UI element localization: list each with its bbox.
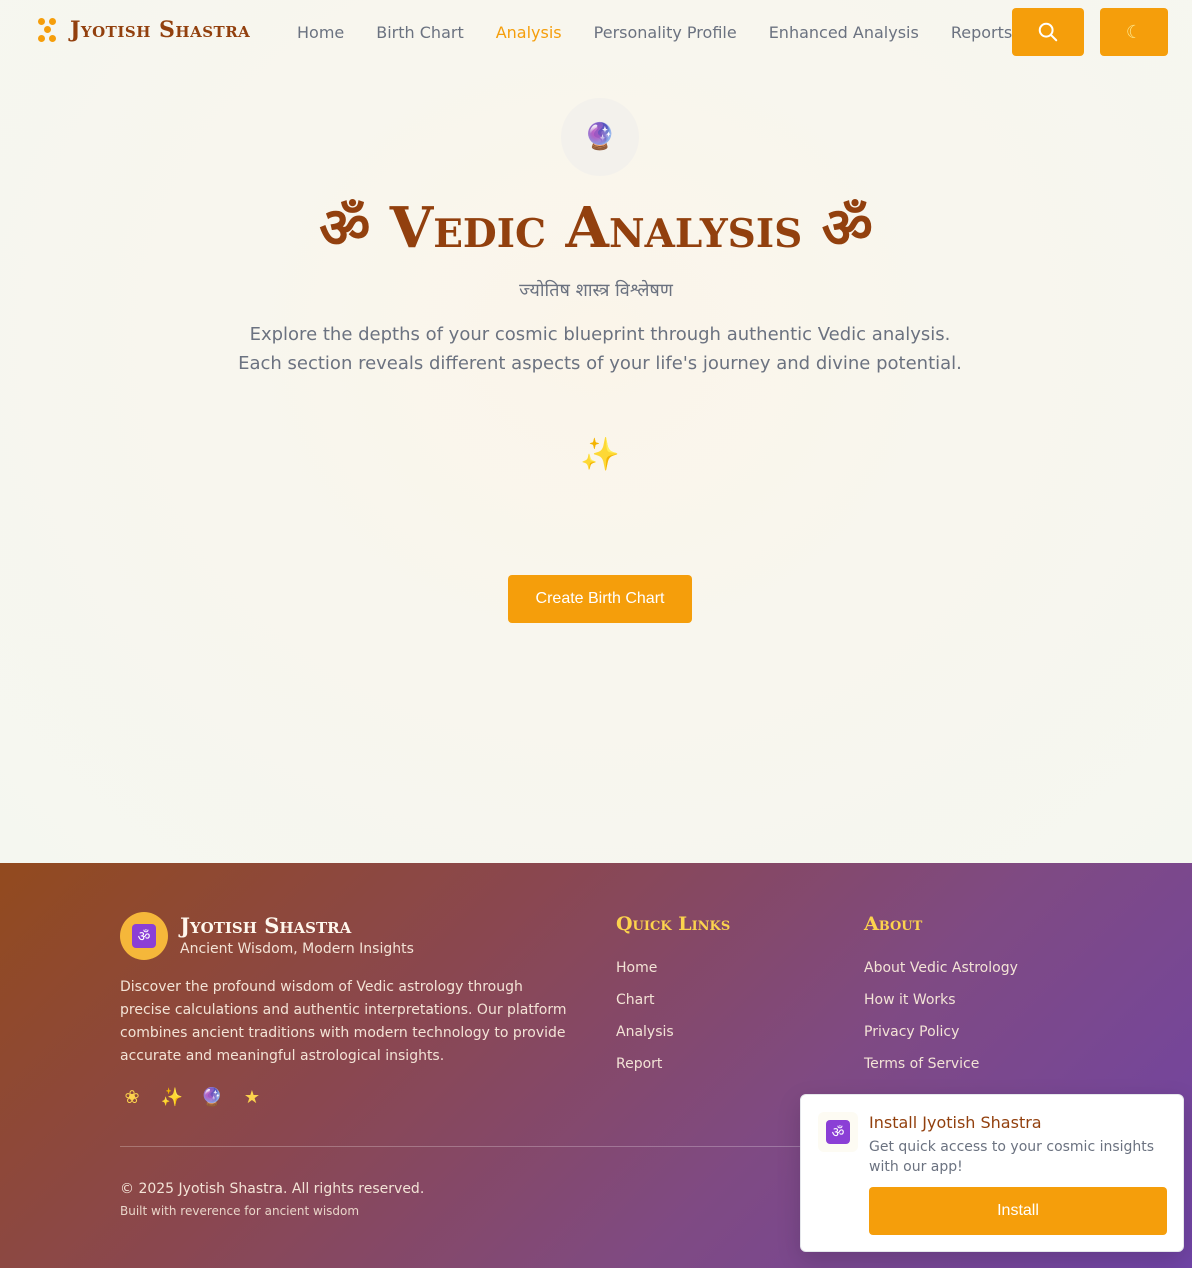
quick-links-list: Home Chart Analysis Report — [616, 960, 674, 1088]
install-title: Install Jyotish Shastra — [869, 1113, 1042, 1132]
glowing-star-icon: ✨ — [160, 1087, 184, 1108]
glowing-star-icon: ✨ — [580, 435, 620, 473]
page-subtitle-sanskrit: ज्योतिष शास्त्र विश्लेषण — [519, 280, 673, 301]
built-with-text: Built with reverence for ancient wisdom — [120, 1204, 360, 1218]
nav-item-home[interactable]: Home — [297, 23, 344, 42]
app-icon: ॐ — [818, 1112, 858, 1152]
footer-logo: ॐ — [120, 912, 168, 960]
om-icon: ॐ — [132, 924, 156, 948]
install-button[interactable]: Install — [869, 1187, 1167, 1235]
search-button[interactable] — [1012, 8, 1084, 56]
footer-link-chart[interactable]: Chart — [616, 992, 674, 1024]
footer-link-about-vedic-astrology[interactable]: About Vedic Astrology — [864, 960, 1018, 992]
footer-link-terms-of-service[interactable]: Terms of Service — [864, 1056, 1018, 1088]
about-heading: About — [864, 913, 923, 935]
footer-link-how-it-works[interactable]: How it Works — [864, 992, 1018, 1024]
footer-tagline: Ancient Wisdom, Modern Insights — [180, 941, 414, 957]
quick-links-heading: Quick Links — [616, 913, 731, 935]
main-nav: Home Birth Chart Analysis Personality Pr… — [297, 0, 1044, 64]
footer-icon-row: ❀ ✨ 🔮 ★ — [120, 1085, 280, 1111]
nav-item-reports[interactable]: Reports — [951, 23, 1012, 42]
theme-toggle-button[interactable]: ☾ — [1100, 8, 1168, 56]
crystal-ball-icon: 🔮 — [200, 1087, 224, 1108]
top-navbar: Jyotish Shastra Home Birth Chart Analysi… — [0, 0, 1192, 64]
copyright-text: © 2025 Jyotish Shastra. All rights reser… — [120, 1181, 425, 1197]
footer-link-analysis[interactable]: Analysis — [616, 1024, 674, 1056]
nav-item-analysis[interactable]: Analysis — [496, 23, 562, 42]
footer-link-report[interactable]: Report — [616, 1056, 674, 1088]
brand-name: Jyotish Shastra — [70, 17, 251, 43]
install-description: Get quick access to your cosmic insights… — [869, 1139, 1155, 1175]
nav-item-personality-profile[interactable]: Personality Profile — [594, 23, 737, 42]
footer-link-home[interactable]: Home — [616, 960, 674, 992]
install-app-prompt: ॐ Install Jyotish Shastra Get quick acce… — [800, 1094, 1184, 1252]
page-description: Explore the depths of your cosmic bluepr… — [238, 324, 962, 374]
brand-dots-icon — [36, 16, 60, 44]
footer-link-privacy-policy[interactable]: Privacy Policy — [864, 1024, 1018, 1056]
brand-logo[interactable]: Jyotish Shastra — [36, 16, 250, 44]
moon-icon: ☾ — [1125, 21, 1143, 42]
about-links-list: About Vedic Astrology How it Works Priva… — [864, 960, 1018, 1088]
page-title: ॐ Vedic Analysis ॐ — [319, 195, 873, 261]
footer-description: Discover the profound wisdom of Vedic as… — [120, 979, 567, 1064]
om-icon: ॐ — [826, 1120, 850, 1144]
nav-item-enhanced-analysis[interactable]: Enhanced Analysis — [769, 23, 919, 42]
create-birth-chart-button[interactable]: Create Birth Chart — [508, 575, 692, 623]
search-icon — [1038, 22, 1058, 42]
nav-item-birth-chart[interactable]: Birth Chart — [376, 23, 463, 42]
star-icon: ★ — [243, 1087, 261, 1108]
crystal-ball-icon: 🔮 — [561, 98, 639, 176]
lotus-icon: ❀ — [124, 1087, 140, 1108]
footer-brand-name: Jyotish Shastra — [180, 913, 352, 938]
